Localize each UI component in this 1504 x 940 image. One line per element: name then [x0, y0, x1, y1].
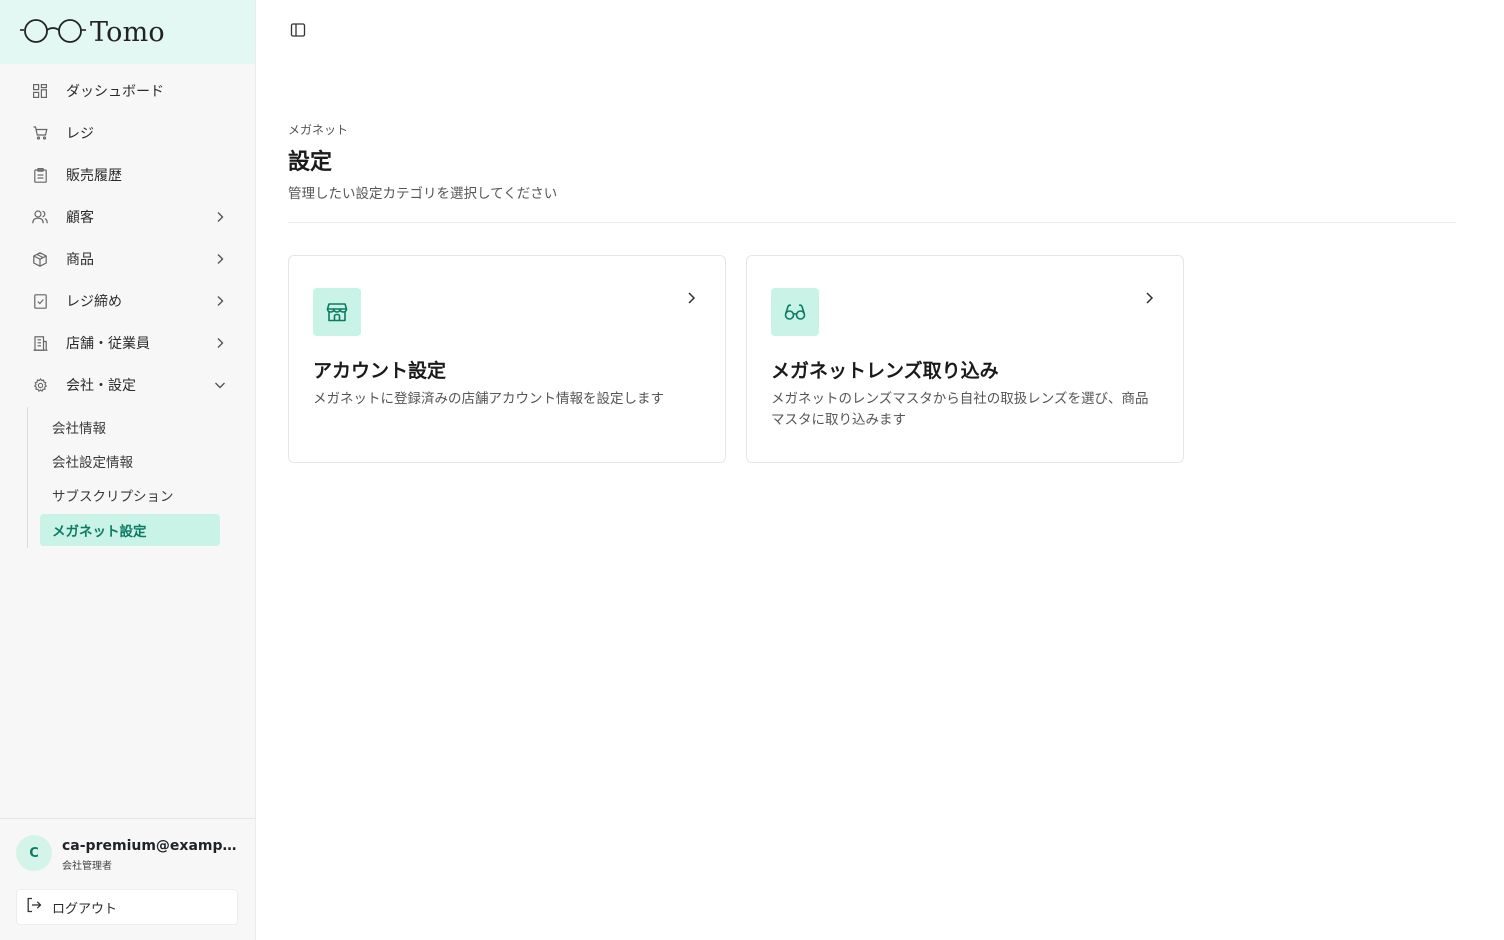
logout-icon: [26, 897, 42, 917]
user-email: ca-premium@example.com: [62, 838, 238, 854]
building-icon: [32, 335, 48, 351]
sidebar-nav: ダッシュボード レジ 販売履歴 顧客 商品 レジ締め 店舗・従業員 会社・設定: [0, 70, 255, 406]
glasses-logo-icon: [20, 18, 86, 46]
chevron-right-icon: [217, 254, 224, 264]
users-icon: [32, 209, 48, 225]
sidebar-item-label: 顧客: [66, 210, 94, 226]
chevron-right-icon: [688, 292, 696, 304]
brand-name: Tomo: [90, 16, 165, 48]
user-role: 会社管理者: [62, 861, 112, 872]
sidebar-item-sales-history[interactable]: 販売履歴: [0, 154, 255, 196]
settings-submenu: 会社情報 会社設定情報 サブスクリプション メガネット設定: [27, 407, 227, 548]
sidebar-item-register[interactable]: レジ: [0, 112, 255, 154]
receipt-icon: [32, 293, 48, 309]
sidebar-item-label: 商品: [66, 252, 94, 268]
sidebar-item-label: 店舗・従業員: [66, 336, 150, 352]
submenu-item-meganet-settings[interactable]: メガネット設定: [40, 514, 220, 546]
account-settings-card[interactable]: アカウント設定 メガネットに登録済みの店舗アカウント情報を設定します: [288, 255, 726, 463]
card-description: メガネットのレンズマスタから自社の取扱レンズを選び、商品マスタに取り込みます: [771, 391, 1149, 428]
card-description: メガネットに登録済みの店舗アカウント情報を設定します: [313, 391, 664, 407]
meganet-lens-import-card[interactable]: メガネットレンズ取り込み メガネットのレンズマスタから自社の取扱レンズを選び、商…: [746, 255, 1184, 463]
submenu-item-company-info[interactable]: 会社情報: [40, 411, 220, 443]
logout-button[interactable]: ログアウト: [16, 889, 238, 925]
page-title: 設定: [288, 150, 333, 175]
store-icon: [313, 288, 361, 336]
logout-label: ログアウト: [52, 901, 118, 917]
page-subtitle: 管理したい設定カテゴリを選択してください: [288, 186, 558, 202]
logo[interactable]: Tomo: [0, 0, 255, 64]
card-title: アカウント設定: [313, 360, 447, 382]
chevron-down-icon: [215, 382, 225, 389]
sidebar-item-label: ダッシュボード: [66, 84, 164, 100]
chevron-right-icon: [217, 296, 224, 306]
sidebar-item-stores-staff[interactable]: 店舗・従業員: [0, 322, 255, 364]
submenu-item-company-settings-info[interactable]: 会社設定情報: [40, 445, 220, 477]
breadcrumb: メガネット: [288, 123, 349, 137]
sidebar-item-company-settings[interactable]: 会社・設定: [0, 364, 255, 406]
submenu-item-subscription[interactable]: サブスクリプション: [40, 479, 220, 511]
sidebar-toggle-icon: [290, 22, 306, 42]
sidebar-item-dashboard[interactable]: ダッシュボード: [0, 70, 255, 112]
sidebar-item-label: レジ締め: [66, 294, 122, 310]
cart-icon: [32, 125, 48, 141]
glasses-icon: [771, 288, 819, 336]
sidebar: Tomo ダッシュボード レジ 販売履歴 顧客 商品 レジ締め 店舗・従業員 会…: [0, 0, 256, 940]
chevron-right-icon: [1146, 292, 1154, 304]
package-icon: [32, 251, 48, 267]
sidebar-toggle-button[interactable]: [288, 22, 308, 42]
sidebar-item-customers[interactable]: 顧客: [0, 196, 255, 238]
gear-icon: [32, 377, 48, 393]
chevron-right-icon: [217, 338, 224, 348]
card-title: メガネットレンズ取り込み: [771, 360, 999, 382]
dashboard-icon: [32, 83, 48, 99]
chevron-right-icon: [217, 212, 224, 222]
user-panel: C ca-premium@example.com 会社管理者 ログアウト: [0, 818, 255, 925]
divider: [288, 222, 1456, 223]
sidebar-item-label: 会社・設定: [66, 378, 136, 394]
sidebar-item-products[interactable]: 商品: [0, 238, 255, 280]
avatar[interactable]: C: [16, 835, 52, 871]
sidebar-item-register-closing[interactable]: レジ締め: [0, 280, 255, 322]
sidebar-item-label: レジ: [66, 126, 94, 142]
clipboard-icon: [32, 167, 48, 183]
sidebar-item-label: 販売履歴: [66, 168, 122, 184]
